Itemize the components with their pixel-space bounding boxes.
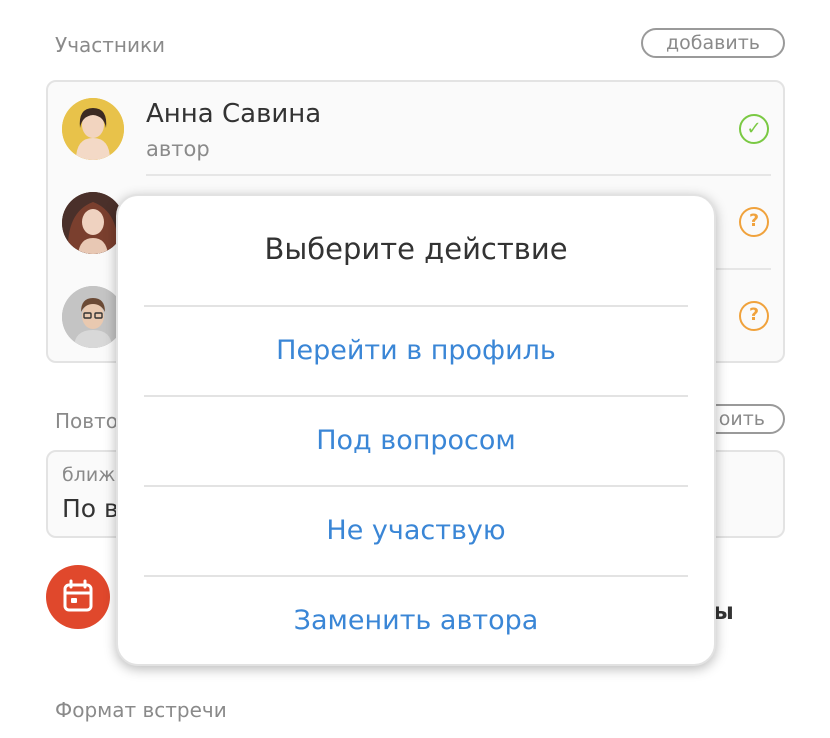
question-circle-icon[interactable]: ? <box>739 301 769 331</box>
format-label: Формат встречи <box>55 698 227 722</box>
decline-button[interactable]: Не участвую <box>144 487 688 575</box>
question-circle-icon[interactable]: ? <box>739 207 769 237</box>
dialog-title: Выберите действие <box>264 232 568 266</box>
avatar[interactable] <box>62 98 124 160</box>
participant-name: Анна Савина <box>146 99 322 129</box>
repeat-sub-label: ближ <box>62 464 116 486</box>
maybe-button[interactable]: Под вопросом <box>144 397 688 485</box>
participant-row[interactable]: Анна Савина автор ✓ <box>48 82 783 176</box>
repeat-value: По в <box>62 494 119 523</box>
action-dialog: Выберите действие Перейти в профиль Под … <box>116 194 716 666</box>
check-circle-icon[interactable]: ✓ <box>739 114 769 144</box>
participant-role: автор <box>146 137 210 161</box>
participants-label: Участники <box>55 33 166 57</box>
add-participant-button[interactable]: добавить <box>641 28 785 58</box>
avatar[interactable] <box>62 286 124 348</box>
calendar-trailing-text: ы <box>713 599 734 625</box>
avatar[interactable] <box>62 192 124 254</box>
calendar-icon <box>63 579 93 612</box>
replace-author-button[interactable]: Заменить автора <box>144 577 688 665</box>
repeat-label: Повто <box>55 409 118 433</box>
calendar-button[interactable] <box>46 565 110 629</box>
go-to-profile-button[interactable]: Перейти в профиль <box>144 307 688 395</box>
